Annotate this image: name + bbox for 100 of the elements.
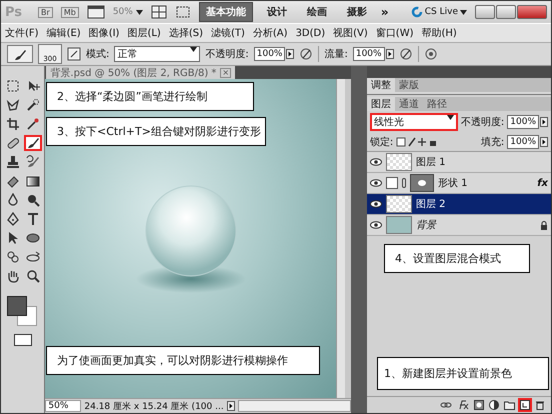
annotation-callout: 3、按下<Ctrl+T>组合键对阴影进行变形 <box>46 117 266 146</box>
pressure-size-icon[interactable] <box>424 47 438 61</box>
flow-label: 流量: <box>324 48 348 61</box>
annotation-callout: 4、设置图层混合模式 <box>384 244 530 273</box>
slider-arrow-button[interactable] <box>386 49 394 59</box>
document-title: 背景.psd @ 50% (图层 2, RGB/8) * <box>50 66 216 80</box>
chain-link-icon[interactable] <box>402 178 406 188</box>
app-logo: Ps <box>5 4 22 20</box>
layer-style-icon[interactable] <box>457 400 469 410</box>
folder-icon[interactable] <box>504 400 515 410</box>
blend-mode-dropdown[interactable]: 线性光 <box>370 113 458 131</box>
dropdown-caret-icon[interactable] <box>446 115 454 120</box>
workspace-button[interactable]: 绘画 <box>300 3 333 21</box>
flow-field[interactable]: 100% <box>352 47 385 61</box>
layer-row[interactable]: 图层 2 <box>366 194 551 215</box>
opacity-label: 不透明度: <box>205 48 249 61</box>
menu-item[interactable]: 选择(S) <box>164 25 207 41</box>
adjustment-layer-icon[interactable] <box>489 400 499 410</box>
opacity-field[interactable]: 100% <box>254 47 286 61</box>
menu-item[interactable]: 视图(V) <box>329 25 372 41</box>
annotation-callout: 2、选择“柔边圆”画笔进行绘制 <box>46 82 254 111</box>
document-tab[interactable]: 背景.psd @ 50% (图层 2, RGB/8) * × <box>46 66 236 79</box>
visibility-eye-icon[interactable] <box>370 179 382 187</box>
menu-item[interactable]: 窗口(W) <box>372 25 418 41</box>
panel-tab[interactable]: 蒙版 <box>394 78 423 92</box>
annotation-callout: 1、新建图层并设置前景色 <box>377 357 549 390</box>
menu-item[interactable]: 滤镜(T) <box>206 25 249 41</box>
horizontal-scrollbar[interactable] <box>238 400 352 412</box>
maximize-button[interactable] <box>496 5 516 19</box>
panel-tab[interactable]: 路径 <box>422 97 451 111</box>
status-zoom-field[interactable]: 50% <box>45 400 82 412</box>
tool-preset-picker[interactable] <box>7 45 33 63</box>
fill-field[interactable]: 100% <box>507 135 539 149</box>
layer-name: 图层 2 <box>416 198 446 211</box>
layer-name: 形状 1 <box>438 176 468 190</box>
lock-icon <box>540 220 548 230</box>
mask-icon[interactable] <box>474 400 484 410</box>
menu-item[interactable]: 3D(D) <box>292 26 330 40</box>
panel-tab[interactable]: 调整 <box>366 78 395 92</box>
lock-options-icon[interactable] <box>396 137 436 147</box>
visibility-eye-icon[interactable] <box>370 158 382 166</box>
layer-thumbnail <box>386 216 412 234</box>
visibility-eye-icon[interactable] <box>370 200 382 208</box>
dropdown-caret-icon[interactable] <box>190 47 198 52</box>
mode-label: 模式: <box>86 48 110 61</box>
screen-frame-icon[interactable] <box>174 5 191 19</box>
menu-item[interactable]: 编辑(E) <box>42 25 85 41</box>
panel-tab[interactable]: 图层 <box>366 97 395 111</box>
menu-item[interactable]: 图像(I) <box>84 25 124 41</box>
menu-item[interactable]: 分析(A) <box>248 25 292 41</box>
trash-icon[interactable] <box>535 400 545 410</box>
link-icon[interactable] <box>440 400 452 410</box>
cs-live-label[interactable]: CS Live <box>424 7 458 17</box>
document-info: 24.18 厘米 x 15.24 厘米 (100 ... <box>84 400 224 412</box>
cs-live-icon <box>410 6 423 18</box>
layer-row[interactable]: 背景 <box>366 215 551 236</box>
close-tab-button[interactable]: × <box>220 68 232 78</box>
layer-row[interactable]: 形状 1 fx <box>366 173 551 194</box>
slider-arrow-button[interactable] <box>540 137 548 147</box>
dropdown-caret-icon[interactable] <box>460 10 467 14</box>
layer-thumbnail <box>386 195 412 213</box>
shape-color-thumbnail <box>386 177 398 189</box>
history-tool-icon[interactable] <box>24 154 42 170</box>
cs-live-button[interactable]: CS Live <box>410 6 467 18</box>
mode-dropdown[interactable]: 正常 <box>114 46 200 62</box>
app-launch-button[interactable]: Br <box>38 6 53 18</box>
slider-arrow-button[interactable] <box>286 49 294 59</box>
quick-mask-button[interactable] <box>14 334 32 346</box>
layer-row[interactable]: 图层 1 <box>366 152 551 173</box>
slider-arrow-button[interactable] <box>540 117 548 127</box>
vector-mask-thumbnail <box>410 174 434 192</box>
panel-tab[interactable]: 通道 <box>394 97 423 111</box>
fill-label: 填充: <box>480 136 504 149</box>
airbrush-icon[interactable] <box>398 47 413 61</box>
layer-effects-label: fx <box>537 178 548 188</box>
menu-item[interactable]: 帮助(H) <box>418 25 461 41</box>
layer-name: 图层 1 <box>416 156 446 169</box>
screen-mode-icon[interactable] <box>86 5 105 19</box>
annotation-callout: 为了使画面更加真实，可以对阴影进行模糊操作 <box>46 346 320 375</box>
visibility-eye-icon[interactable] <box>370 221 382 229</box>
brush-icon <box>13 48 27 60</box>
workspace-button[interactable]: 基本功能 <box>198 2 253 22</box>
menu-item[interactable]: 图层(L) <box>123 25 165 41</box>
layer-opacity-field[interactable]: 100% <box>507 115 539 129</box>
app-launch-button[interactable]: Mb <box>60 6 79 18</box>
workspace-button[interactable]: 设计 <box>260 3 293 21</box>
more-workspaces-button[interactable]: » <box>380 5 389 19</box>
arrange-documents-icon[interactable] <box>150 5 167 19</box>
workspace-button[interactable]: 摄影 <box>340 3 373 21</box>
minimize-button[interactable] <box>475 5 495 19</box>
dropdown-caret-icon[interactable] <box>136 10 143 14</box>
vertical-scrollbar[interactable] <box>336 79 346 398</box>
lock-label: 锁定: <box>370 136 394 149</box>
brush-tool-icon[interactable] <box>24 135 42 151</box>
menu-item[interactable]: 文件(F) <box>1 25 43 41</box>
color-swatches[interactable] <box>6 296 39 328</box>
new-layer-icon[interactable] <box>520 400 530 410</box>
slider-arrow-button[interactable] <box>226 401 235 411</box>
pressure-opacity-icon[interactable] <box>299 47 314 61</box>
brush-panel-icon[interactable] <box>67 47 81 61</box>
